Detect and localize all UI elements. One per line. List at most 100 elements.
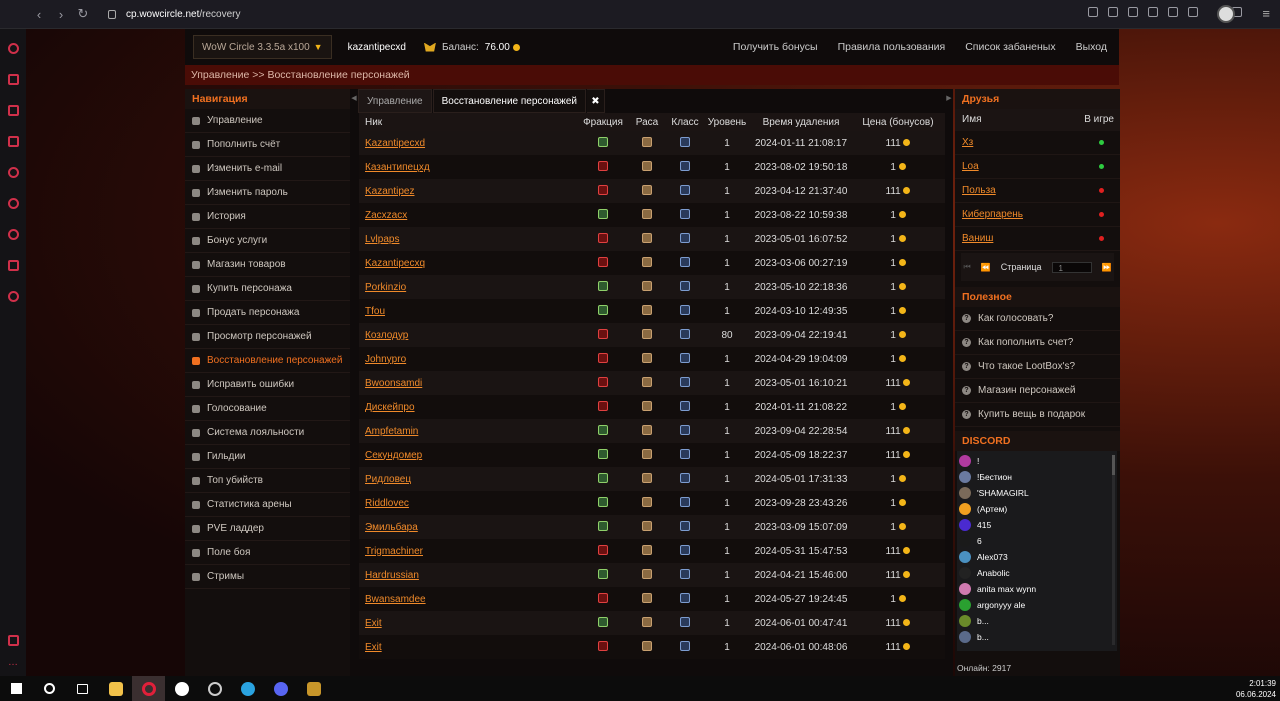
useful-link[interactable]: ? Магазин персонажей	[955, 379, 1120, 403]
friend-item[interactable]: Loa	[955, 155, 1120, 179]
nav-item[interactable]: Гильдии	[185, 445, 350, 469]
more-icon[interactable]: …	[8, 657, 18, 668]
nav-item[interactable]: Пополнить счёт	[185, 133, 350, 157]
discord-user[interactable]: !	[957, 453, 1117, 469]
forward-icon[interactable]: ›	[50, 7, 72, 22]
character-name-link[interactable]: Секундомер	[359, 443, 579, 467]
reload-icon[interactable]: ↻	[72, 6, 94, 22]
character-name-link[interactable]: Porkinzio	[359, 275, 579, 299]
close-tab-icon[interactable]: ✖	[587, 89, 605, 113]
banned-list-link[interactable]: Список забаненых	[965, 41, 1055, 53]
windows-start-icon[interactable]	[0, 676, 33, 701]
send-icon[interactable]	[1168, 7, 1178, 17]
character-name-link[interactable]: Эмильбара	[359, 515, 579, 539]
speed-dial-icon[interactable]	[7, 43, 19, 54]
realm-select[interactable]: WoW Circle 3.3.5a x100 ▼	[193, 35, 332, 59]
discord-user[interactable]: 'SHAMAGIRL	[957, 485, 1117, 501]
adblock-icon[interactable]	[1128, 7, 1138, 17]
useful-link[interactable]: ? Как пополнить счет?	[955, 331, 1120, 355]
twitch-icon[interactable]	[7, 105, 19, 116]
col-deleted-at[interactable]: Время удаления	[751, 113, 851, 131]
friend-item[interactable]: Хз	[955, 131, 1120, 155]
character-name-link[interactable]: Exit	[359, 635, 579, 659]
character-name-link[interactable]: Johnypro	[359, 347, 579, 371]
bag-icon[interactable]	[7, 74, 19, 85]
instagram-icon[interactable]	[7, 136, 19, 147]
search-icon[interactable]	[33, 676, 66, 701]
nav-item[interactable]: Просмотр персонажей	[185, 325, 350, 349]
collapse-left-handle[interactable]: ◀	[350, 89, 358, 109]
character-name-link[interactable]: Lvlpaps	[359, 227, 579, 251]
discord-user[interactable]: b...	[957, 613, 1117, 629]
character-name-link[interactable]: Козлодур	[359, 323, 579, 347]
discord-user[interactable]: 415	[957, 517, 1117, 533]
discord-user[interactable]: 6	[957, 533, 1117, 549]
friend-name-link[interactable]: Польза	[962, 185, 996, 196]
useful-link[interactable]: ? Как голосовать?	[955, 307, 1120, 331]
nav-item[interactable]: Стримы	[185, 565, 350, 589]
friend-item[interactable]: Польза	[955, 179, 1120, 203]
discord-user[interactable]: Alex073	[957, 549, 1117, 565]
camera-icon[interactable]	[1108, 7, 1118, 17]
discord-user[interactable]: (Артем)	[957, 501, 1117, 517]
character-name-link[interactable]: Tfou	[359, 299, 579, 323]
friend-item[interactable]: Ваниш	[955, 227, 1120, 251]
discord-user[interactable]: Anabolic	[957, 565, 1117, 581]
logout-link[interactable]: Выход	[1076, 41, 1107, 53]
opera-icon[interactable]	[132, 676, 165, 701]
vpn-icon[interactable]	[1148, 7, 1158, 17]
discord-user[interactable]: !Бестион	[957, 469, 1117, 485]
character-name-link[interactable]: Zacxzacx	[359, 203, 579, 227]
character-name-link[interactable]: Riddlovec	[359, 491, 579, 515]
next-page-icon[interactable]: ⏩	[1102, 263, 1112, 272]
character-name-link[interactable]: Ampfetamin	[359, 419, 579, 443]
file-explorer-icon[interactable]	[99, 676, 132, 701]
friend-name-link[interactable]: Loa	[962, 161, 979, 172]
prev-page-icon[interactable]: ⏪	[981, 263, 991, 272]
address-bar[interactable]: cp.wowcircle.net/recovery	[108, 9, 240, 20]
col-level[interactable]: Уровень	[703, 113, 751, 131]
settings-icon[interactable]	[7, 291, 19, 302]
character-name-link[interactable]: Казантипецхд	[359, 155, 579, 179]
back-icon[interactable]: ‹	[28, 7, 50, 22]
tab-management[interactable]: Управление	[358, 89, 432, 113]
friend-name-link[interactable]: Киберпарень	[962, 209, 1023, 220]
discord-user[interactable]: anita max wynn	[957, 581, 1117, 597]
col-class[interactable]: Класс	[667, 113, 703, 131]
get-bonus-link[interactable]: Получить бонусы	[733, 41, 818, 53]
profile-avatar[interactable]	[1217, 5, 1235, 23]
nav-item[interactable]: Изменить пароль	[185, 181, 350, 205]
nav-item[interactable]: Исправить ошибки	[185, 373, 350, 397]
character-name-link[interactable]: Ридловец	[359, 467, 579, 491]
character-name-link[interactable]: Bwansamdee	[359, 587, 579, 611]
wow-launcher-icon[interactable]	[297, 676, 330, 701]
col-faction[interactable]: Фракция	[579, 113, 627, 131]
rules-link[interactable]: Правила пользования	[838, 41, 946, 53]
aria-icon[interactable]	[7, 167, 19, 178]
nav-item[interactable]: Статистика арены	[185, 493, 350, 517]
nav-item[interactable]: Топ убийств	[185, 469, 350, 493]
nav-item[interactable]: Система лояльности	[185, 421, 350, 445]
character-name-link[interactable]: Hardrussian	[359, 563, 579, 587]
heart-icon[interactable]	[1188, 7, 1198, 17]
nav-item[interactable]: Магазин товаров	[185, 253, 350, 277]
friend-name-link[interactable]: Ваниш	[962, 233, 993, 244]
obs-icon[interactable]	[198, 676, 231, 701]
task-view-icon[interactable]	[66, 676, 99, 701]
yandex-icon[interactable]	[165, 676, 198, 701]
friend-name-link[interactable]: Хз	[962, 137, 973, 148]
menu-icon[interactable]: ≡	[1262, 6, 1270, 21]
collapse-right-handle[interactable]: ▶	[945, 89, 953, 109]
nav-item[interactable]: Поле боя	[185, 541, 350, 565]
col-nick[interactable]: Ник	[359, 113, 579, 131]
discord-scrollbar[interactable]	[1112, 455, 1115, 645]
extensions-icon[interactable]	[7, 260, 19, 271]
share-icon[interactable]	[1088, 7, 1098, 17]
character-name-link[interactable]: Дискейпро	[359, 395, 579, 419]
wallpaper-icon[interactable]	[7, 635, 19, 646]
nav-item[interactable]: Управление	[185, 109, 350, 133]
history-icon[interactable]	[7, 229, 19, 240]
friend-item[interactable]: Киберпарень	[955, 203, 1120, 227]
col-price[interactable]: Цена (бонусов)	[851, 113, 945, 131]
character-name-link[interactable]: Bwoonsamdi	[359, 371, 579, 395]
